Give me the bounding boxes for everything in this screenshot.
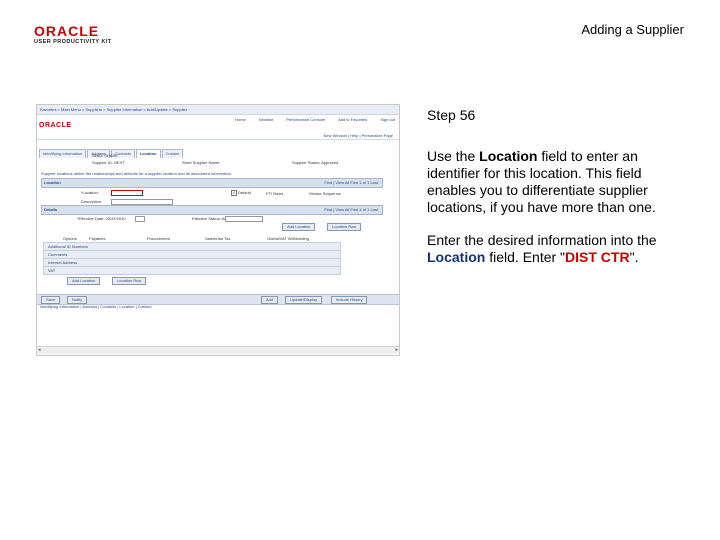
location-row-button-bottom[interactable]: Location Row [112,277,147,285]
default-label: Default [238,190,251,195]
description-label: Description: [81,199,103,204]
add-button[interactable]: Add [261,296,279,304]
app-screenshot: Favorites > Main Menu > Suppliers > Supp… [36,104,400,356]
instr-text: Use the [427,148,480,164]
update-display-button[interactable]: Update/Display [285,296,323,304]
app-header: ORACLE Home Worklist Performance Console… [37,115,399,131]
action-text: field. Enter " [485,249,566,265]
procurement-col[interactable]: Procurement [147,236,170,241]
location-input[interactable] [111,190,143,196]
payables-col[interactable]: Payables [89,236,105,241]
logo-subtitle: USER PRODUCTIVITY KIT [34,39,112,45]
bottom-page-links[interactable]: Identifying Information | Address | Cont… [40,304,152,309]
instr-field-bold: Location [479,148,538,164]
supplier-id-label: Supplier ID: NEXT [92,160,125,165]
location-row-button[interactable]: Location Row [327,223,362,231]
scroll-right-icon[interactable]: ▸ [395,347,398,354]
supplier-status-label: Supplier Status: Approved [292,160,339,165]
calendar-icon[interactable] [135,216,145,222]
tab-strip: Identifying Information Address Contacts Lo… [39,140,184,158]
instruction-paragraph: Use the Location field to enter an ident… [427,148,689,216]
section-label: Internet Address [48,260,78,265]
include-history-button[interactable]: Include History [331,296,368,304]
horizontal-scrollbar[interactable]: ◂ ▸ [37,346,399,354]
breadcrumb-text[interactable]: Favorites > Main Menu > Suppliers > Supp… [40,107,187,112]
nav-signout[interactable]: Sign out [380,117,395,122]
add-location-button[interactable]: Add Location [282,223,316,231]
vendor-sequence-label: Vendor Sequence [309,191,341,196]
step-label: Step 56 [427,107,476,123]
nav-performance[interactable]: Performance Console [286,117,325,122]
page-links-bar: New Window | Help | Personalize Page [37,132,399,140]
nav-home[interactable]: Home [235,117,246,122]
scroll-left-icon[interactable]: ◂ [38,347,41,354]
save-button[interactable]: Save [41,296,61,304]
action-paragraph: Enter the desired information into the L… [427,232,697,266]
effective-status-select[interactable] [225,216,263,222]
tab-custom[interactable]: Custom [161,149,184,158]
details-header-bar: Details Find | View All First 1 of 1 Las… [41,205,383,215]
top-nav: Home Worklist Performance Console Add to… [223,117,395,122]
action-field-name: Location [427,249,486,265]
action-text: Enter the desired information into the [427,232,657,248]
nav-worklist[interactable]: Worklist [259,117,273,122]
sales-use-tax-col[interactable]: Sales/Use Tax [205,236,231,241]
notify-button[interactable]: Notify [67,296,88,304]
location-header: Location [44,180,61,185]
section-label: Comments [48,252,68,257]
details-header: Details [44,207,58,212]
default-checkbox[interactable]: ✓ [231,190,237,196]
location-label: *Location: [81,190,99,195]
details-nav[interactable]: Find | View All First 1 of 1 Last [324,207,378,212]
setid-label: SetID: SHARE [92,153,119,158]
location-nav[interactable]: Find | View All First 1 of 1 Last [324,180,378,185]
fti-rules-link[interactable]: FTI Rules [266,191,283,196]
page-links[interactable]: New Window | Help | Personalize Page [324,133,393,138]
oracle-upk-logo: ORACLE USER PRODUCTIVITY KIT [34,24,124,48]
add-location-button-bottom[interactable]: Add Location [67,277,101,285]
options-col: Options [63,236,77,241]
page-title: Adding a Supplier [581,22,684,37]
section-label: Additional ID Numbers [48,244,89,249]
tab-location[interactable]: Location [135,149,161,158]
global-vat-col[interactable]: Global/VAT Withholding [267,236,309,241]
location-description-text: Supplier locations define the relationsh… [41,171,233,176]
app-oracle-logo: ORACLE [39,122,72,129]
section-label: VAT [48,268,56,273]
tab-identifying-info[interactable]: Identifying Information [39,149,87,158]
nav-favorites[interactable]: Add to Favorites [338,117,367,122]
short-name-label: Short Supplier Name: [182,160,221,165]
section-vat[interactable]: VAT [43,266,341,275]
breadcrumb: Favorites > Main Menu > Suppliers > Supp… [37,105,399,115]
effective-date-label: *Effective Date: 03/31/2010 [77,216,126,221]
action-value: DIST CTR [565,249,630,265]
logo-word: ORACLE [34,23,100,39]
action-text: ". [629,249,639,265]
